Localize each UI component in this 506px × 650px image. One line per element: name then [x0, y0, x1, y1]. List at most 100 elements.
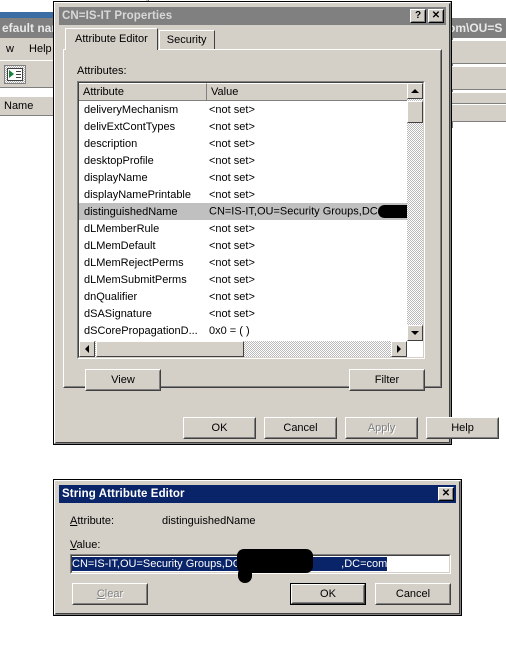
- row-value-text: <not set>: [209, 103, 255, 116]
- scroll-left-button[interactable]: [79, 341, 95, 357]
- properties-dialog: CN=IS-IT Properties ? ✕ Attribute Editor…: [53, 1, 499, 445]
- table-row[interactable]: dnQualifier <not set>: [79, 288, 423, 305]
- string-editor-cancel-button[interactable]: Cancel: [375, 583, 451, 605]
- row-attribute-name: dLMemberRule: [84, 222, 160, 235]
- row-value-text: <not set>: [209, 222, 255, 235]
- row-attribute-name: dSCorePropagationD...: [84, 324, 198, 337]
- table-row[interactable]: dSASignature <not set>: [79, 305, 423, 322]
- row-attribute-name: description: [84, 137, 138, 150]
- close-icon: ✕: [439, 488, 453, 500]
- string-attribute-editor-dialog: String Attribute Editor ✕ Attribute: dis…: [53, 479, 462, 616]
- table-row[interactable]: deliveryMechanism <not set>: [79, 101, 423, 118]
- row-attribute-value: <not set>: [207, 308, 423, 320]
- value-prefix: CN=IS-IT,OU=Security Groups,DC=: [72, 558, 248, 570]
- row-value-text: <not set>: [209, 120, 255, 133]
- background-menu-item-view[interactable]: w: [0, 38, 20, 60]
- row-attribute-value: 0x0 = ( ): [207, 325, 423, 337]
- attributes-list-header[interactable]: Attribute Value: [79, 83, 423, 101]
- row-value-text: <not set>: [209, 290, 255, 303]
- row-value-text: <not set>: [209, 171, 255, 184]
- clear-button: Clear: [72, 583, 148, 605]
- scroll-down-button[interactable]: [407, 325, 423, 341]
- table-row[interactable]: dSCorePropagationD... 0x0 = ( ): [79, 322, 423, 339]
- attributes-list-rows[interactable]: deliveryMechanism <not set> delivExtContTy…: [79, 101, 423, 339]
- view-button[interactable]: View: [85, 369, 161, 391]
- row-attribute-name: dLMemSubmitPerms: [84, 273, 187, 286]
- string-editor-title: String Attribute Editor: [62, 488, 185, 500]
- question-mark-icon: ?: [411, 10, 425, 22]
- row-attribute-name: deliveryMechanism: [84, 103, 179, 116]
- redaction-bar: [238, 567, 252, 583]
- row-attribute-value: <not set>: [207, 138, 423, 150]
- vscroll-thumb[interactable]: [407, 101, 423, 123]
- attribute-label: Attribute:: [70, 515, 115, 527]
- help-titlebar-button[interactable]: ?: [410, 9, 426, 23]
- row-attribute-value: CN=IS-IT,OU=Security Groups,DC: [207, 205, 423, 218]
- background-list-row[interactable]: [452, 92, 506, 104]
- row-attribute-name: distinguishedName: [84, 205, 178, 218]
- background-list-row[interactable]: [452, 66, 506, 90]
- table-row[interactable]: distinguishedName CN=IS-IT,OU=Security Gr…: [79, 203, 423, 220]
- table-row[interactable]: displayName <not set>: [79, 169, 423, 186]
- properties-dialog-titlebar[interactable]: CN=IS-IT Properties ? ✕: [59, 7, 446, 25]
- scroll-right-button[interactable]: [391, 341, 407, 357]
- attributes-label: Attributes:: [77, 65, 127, 77]
- row-attribute-value: <not set>: [207, 189, 423, 201]
- column-header-attribute[interactable]: Attribute: [79, 83, 207, 101]
- close-icon: ✕: [429, 10, 443, 22]
- table-row[interactable]: delivExtContTypes <not set>: [79, 118, 423, 135]
- apply-button: Apply: [345, 417, 418, 439]
- attributes-list-hscrollbar[interactable]: [79, 341, 407, 357]
- row-attribute-value: <not set>: [207, 274, 423, 286]
- background-right-path-text: om\OU=S: [448, 18, 506, 38]
- cancel-button[interactable]: Cancel: [264, 417, 337, 439]
- table-row[interactable]: description <not set>: [79, 135, 423, 152]
- table-row[interactable]: dLMemberRule <not set>: [79, 220, 423, 237]
- row-attribute-value: <not set>: [207, 291, 423, 303]
- background-list-row[interactable]: [452, 40, 506, 64]
- table-row[interactable]: dLMemSubmitPerms <not set>: [79, 271, 423, 288]
- row-value-text: <not set>: [209, 154, 255, 167]
- row-attribute-name: displayNamePrintable: [84, 188, 191, 201]
- string-editor-ok-button[interactable]: OK: [290, 583, 366, 605]
- column-header-value[interactable]: Value: [207, 83, 409, 101]
- scroll-up-button[interactable]: [407, 83, 423, 99]
- table-row[interactable]: desktopProfile <not set>: [79, 152, 423, 169]
- help-button[interactable]: Help: [426, 417, 499, 439]
- row-attribute-name: desktopProfile: [84, 154, 154, 167]
- row-attribute-name: dnQualifier: [84, 290, 138, 303]
- row-attribute-value: <not set>: [207, 240, 423, 252]
- filter-button[interactable]: Filter: [349, 369, 425, 391]
- row-value-text: <not set>: [209, 273, 255, 286]
- table-row[interactable]: displayNamePrintable <not set>: [79, 186, 423, 203]
- row-value-text: CN=IS-IT,OU=Security Groups,DC: [209, 205, 378, 218]
- row-value-text: <not set>: [209, 188, 255, 201]
- value-label: Value:: [70, 539, 101, 551]
- row-attribute-name: dSASignature: [84, 307, 152, 320]
- hscroll-thumb[interactable]: [96, 341, 244, 357]
- tab-attribute-editor[interactable]: Attribute Editor: [65, 28, 158, 50]
- row-attribute-name: delivExtContTypes: [84, 120, 176, 133]
- console-tree-icon[interactable]: [4, 65, 26, 84]
- row-value-text: 0x0 = ( ): [209, 324, 250, 337]
- table-row[interactable]: dLMemRejectPerms <not set>: [79, 254, 423, 271]
- row-attribute-name: dLMemRejectPerms: [84, 256, 184, 269]
- value-input[interactable]: CN=IS-IT,OU=Security Groups,DC= ,DC=com: [70, 549, 451, 583]
- ok-button[interactable]: OK: [183, 417, 256, 439]
- properties-tabstrip[interactable]: Attribute Editor Security: [65, 28, 216, 50]
- attributes-list[interactable]: Attribute Value deliveryMechanism <not se…: [77, 81, 425, 359]
- string-editor-titlebar[interactable]: String Attribute Editor ✕: [59, 485, 456, 503]
- row-attribute-name: dLMemDefault: [84, 239, 156, 252]
- table-row[interactable]: dLMemDefault <not set>: [79, 237, 423, 254]
- background-list-row[interactable]: [452, 104, 506, 122]
- attributes-list-vscrollbar[interactable]: [407, 83, 423, 341]
- arrow-up-icon: [411, 89, 419, 93]
- row-value-text: <not set>: [209, 307, 255, 320]
- string-editor-close-button[interactable]: ✕: [438, 487, 454, 501]
- attribute-name-value: distinguishedName: [162, 515, 256, 527]
- row-attribute-value: <not set>: [207, 172, 423, 184]
- arrow-left-icon: [85, 345, 89, 353]
- close-button[interactable]: ✕: [428, 9, 444, 23]
- tab-security[interactable]: Security: [158, 30, 215, 50]
- row-value-text: <not set>: [209, 239, 255, 252]
